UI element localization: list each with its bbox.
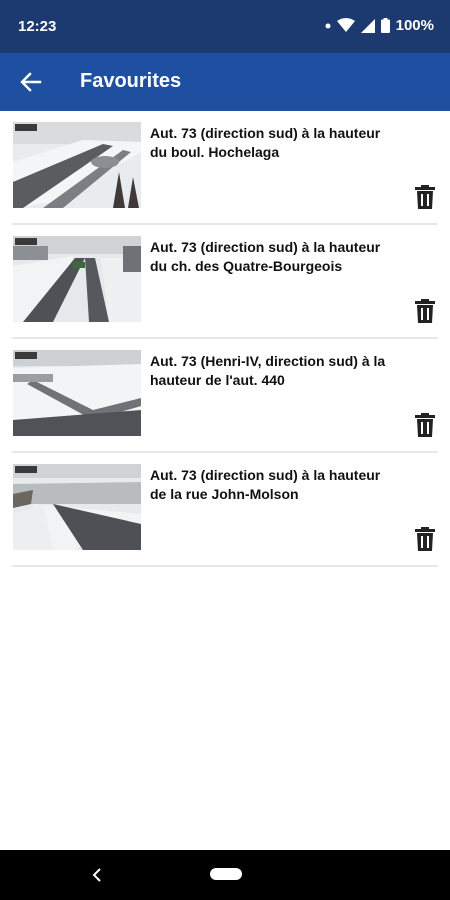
camera-thumbnail[interactable] [13, 464, 141, 550]
system-nav-bar [0, 850, 450, 900]
page-title: Favourites [80, 70, 182, 92]
item-title: Aut. 73 (Henri-IV, direction sud) à la h… [150, 353, 386, 388]
nav-home-button[interactable] [210, 868, 242, 880]
signal-icon [360, 18, 375, 33]
camera-thumbnail[interactable] [13, 350, 141, 436]
arrow-left-icon[interactable] [18, 69, 44, 95]
camera-label [15, 352, 37, 359]
item-title: Aut. 73 (direction sud) à la hauteur de … [150, 467, 381, 502]
status-time: 12:23 [18, 18, 57, 35]
app-bar: Favourites [0, 53, 450, 111]
item-title: Aut. 73 (direction sud) à la hauteur du … [150, 239, 381, 274]
item-title: Aut. 73 (direction sud) à la hauteur du … [150, 125, 381, 160]
status-bar: 12:23 100% [0, 0, 450, 53]
divider [12, 565, 438, 567]
trash-icon[interactable] [414, 413, 436, 437]
favourites-list: Aut. 73 (direction sud) à la hauteur du … [0, 111, 450, 567]
camera-thumbnail[interactable] [13, 122, 141, 208]
trash-icon[interactable] [414, 527, 436, 551]
status-icons: 100% [325, 17, 434, 34]
trash-icon[interactable] [414, 299, 436, 323]
wifi-icon [336, 18, 355, 32]
dot-icon [325, 23, 331, 28]
list-item[interactable]: Aut. 73 (direction sud) à la hauteur du … [0, 225, 450, 339]
camera-label [15, 238, 37, 245]
list-item[interactable]: Aut. 73 (direction sud) à la hauteur de … [0, 453, 450, 567]
nav-back-icon[interactable] [90, 866, 104, 884]
camera-label [15, 466, 37, 473]
battery-level: 100% [395, 17, 434, 34]
camera-thumbnail[interactable] [13, 236, 141, 322]
camera-label [15, 124, 37, 131]
battery-icon [380, 18, 390, 33]
trash-icon[interactable] [414, 185, 436, 209]
list-item[interactable]: Aut. 73 (Henri-IV, direction sud) à la h… [0, 339, 450, 453]
list-item[interactable]: Aut. 73 (direction sud) à la hauteur du … [0, 111, 450, 225]
